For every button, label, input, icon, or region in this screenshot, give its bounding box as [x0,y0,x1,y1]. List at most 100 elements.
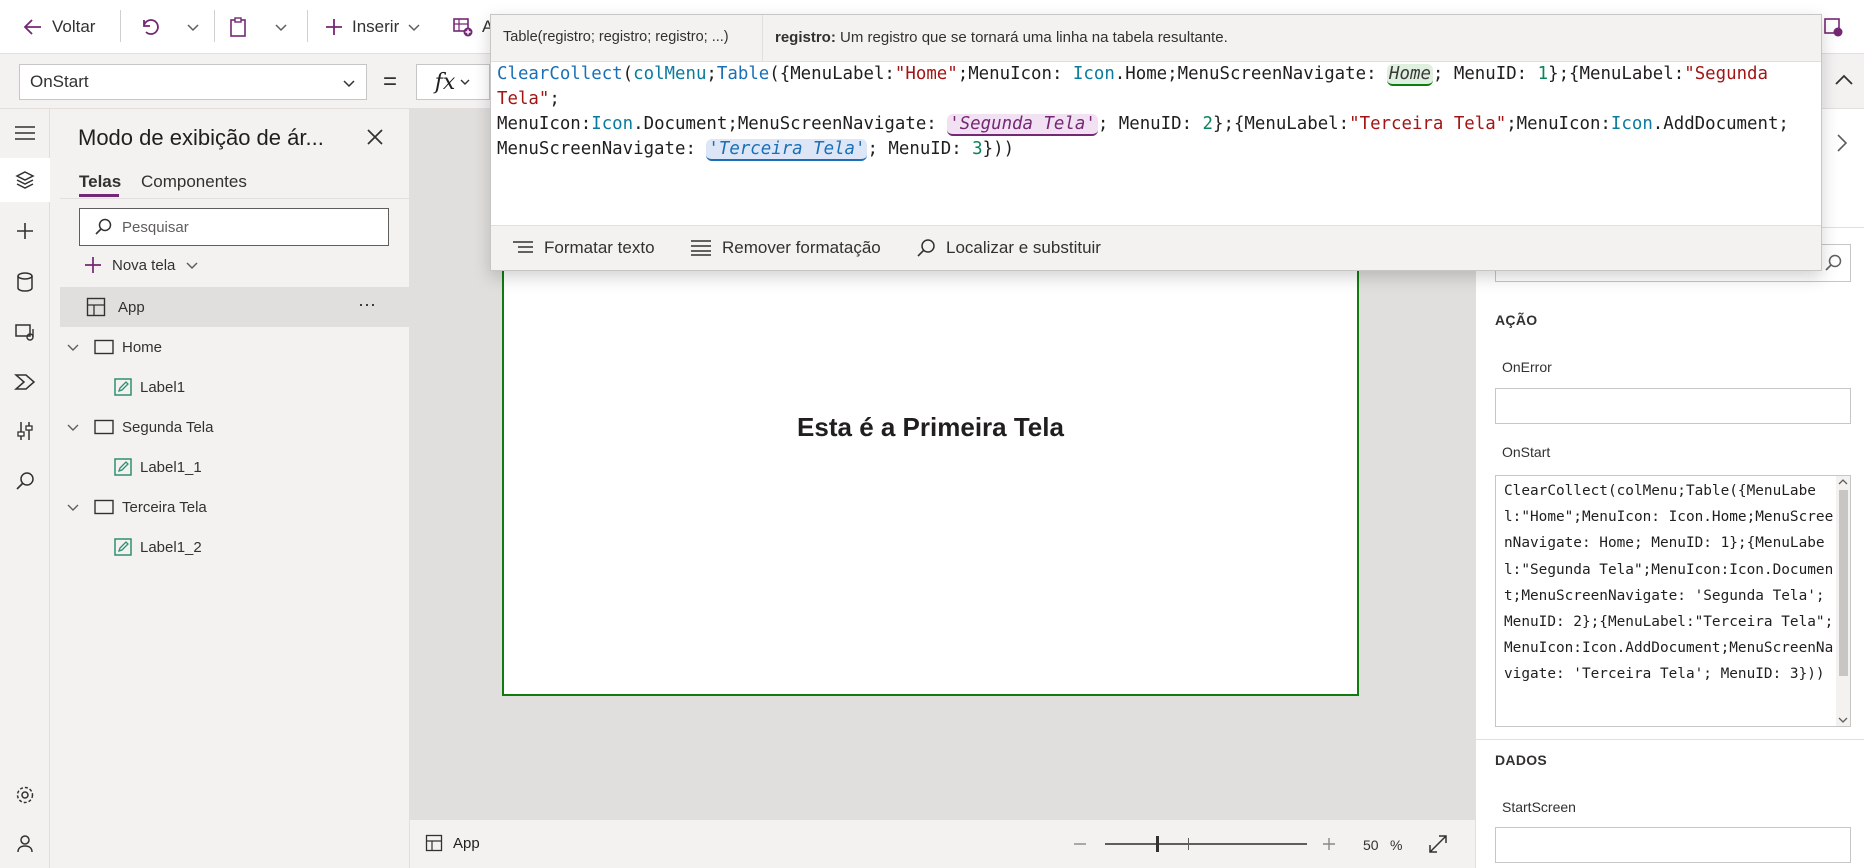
zoom-slider-tick [1188,838,1189,850]
tree-node-label1[interactable]: Label1 [60,367,410,407]
expand-panel-button[interactable] [1835,132,1849,154]
scroll-up-icon[interactable] [1838,478,1848,486]
tab-componentes[interactable]: Componentes [141,172,247,192]
insert-rail-button[interactable] [0,209,50,253]
code-token: 1 [1537,64,1549,84]
divider [60,198,410,199]
on-start-field[interactable]: ClearCollect(colMenu;Table({MenuLabel:"H… [1495,475,1851,727]
parameter-name: registro: [775,29,836,46]
tree-node-home[interactable]: Home [60,327,410,367]
app-screen[interactable] [502,230,1359,696]
zoom-slider[interactable] [1105,832,1307,856]
settings-button[interactable] [0,773,50,817]
remove-formatting-button[interactable]: Remover formatação [690,238,881,258]
search-icon [15,471,35,491]
more-icon[interactable]: ⋯ [358,295,377,316]
undo-button[interactable] [138,12,160,42]
zoom-value[interactable]: 50 [1363,837,1379,853]
start-screen-label: StartScreen [1502,799,1576,815]
scroll-down-icon[interactable] [1838,716,1848,724]
app-checker-button[interactable] [1822,12,1844,42]
tree-view-button[interactable] [0,158,50,202]
tree-node-label1-2[interactable]: Label1_2 [60,527,410,567]
scrollbar[interactable] [1836,476,1850,726]
hamburger-icon [14,125,36,141]
property-dropdown[interactable]: OnStart [19,64,367,100]
tree-node-label1-1[interactable]: Label1_1 [60,447,410,487]
fx-button[interactable]: fx [416,64,490,100]
chevron-down-icon[interactable] [66,500,80,514]
label-icon [114,378,132,396]
chevron-down-icon[interactable] [66,420,80,434]
zoom-in-button[interactable] [1321,836,1337,852]
menu-button[interactable] [0,111,50,155]
screen-label[interactable]: Esta é a Primeira Tela [502,412,1359,443]
tree-node-label: Home [122,338,163,356]
code-token: Table [716,64,770,84]
undo-menu-button[interactable] [186,12,200,42]
tree-node-app[interactable]: App ⋯ [60,287,410,327]
tree-node-label: Terceira Tela [122,498,207,516]
code-token: ; MenuID: [1432,64,1538,84]
screen-icon [94,419,114,435]
insert-button[interactable]: Inserir [324,12,421,42]
chevron-down-icon [274,20,288,34]
code-token: MenuScreenNavigate: [497,139,707,159]
find-replace-label: Localizar e substituir [946,238,1101,257]
tab-telas[interactable]: Telas [79,172,121,192]
tree-node-label: App [118,298,145,316]
function-signature: Table(registro; registro; registro; ...) [503,29,729,45]
insert-label: Inserir [352,17,400,36]
formula-editor[interactable]: ClearCollect(colMenu;Table({MenuLabel:"H… [497,62,1822,162]
power-automate-button[interactable] [0,360,50,404]
tree-node-segunda-tela[interactable]: Segunda Tela [60,407,410,447]
paste-menu-button[interactable] [274,12,288,42]
zoom-slider-thumb[interactable] [1156,836,1159,852]
chevron-down-icon[interactable] [66,340,80,354]
format-text-button[interactable]: Formatar texto [512,238,655,258]
divider [214,10,215,42]
selected-control[interactable]: App [425,834,480,852]
data-button[interactable] [0,260,50,304]
fit-to-window-button[interactable] [1428,834,1448,854]
paste-button[interactable] [228,12,248,42]
zoom-out-button[interactable] [1072,836,1088,852]
back-button[interactable]: Voltar [22,12,95,42]
parameter-description: Um registro que se tornará uma linha na … [840,29,1228,46]
on-error-field[interactable] [1495,388,1851,424]
new-screen-button[interactable]: Nova tela [84,256,199,274]
advanced-tools-button[interactable] [0,409,50,453]
virtual-agent-icon [15,834,35,854]
close-tree-button[interactable] [366,128,384,146]
search-rail-button[interactable] [0,459,50,503]
search-placeholder: Pesquisar [122,218,189,236]
tree-node-terceira-tela[interactable]: Terceira Tela [60,487,410,527]
tree-node-label: Label1_1 [140,458,202,476]
new-screen-label: Nova tela [112,256,176,274]
start-screen-field[interactable] [1495,827,1851,863]
scrollbar-thumb[interactable] [1839,490,1848,676]
database-icon [15,271,35,293]
virtual-agent-button[interactable] [0,822,50,866]
search-input[interactable]: Pesquisar [79,208,389,246]
chevron-down-icon [185,258,199,272]
search-icon [916,238,936,258]
media-button[interactable] [0,310,50,354]
code-token: ; MenuID: [867,139,973,159]
add-data-button[interactable]: A [452,12,493,42]
add-data-icon [452,16,474,38]
code-token: Icon [591,114,634,134]
property-name: OnStart [30,72,89,91]
zoom-unit: % [1390,837,1403,853]
find-replace-button[interactable]: Localizar e substituir [916,238,1101,258]
plus-icon [1321,836,1337,852]
code-token: };{MenuLabel: [1213,114,1350,134]
paste-icon [228,16,248,38]
search-icon [1824,254,1842,272]
back-arrow-icon [22,16,44,38]
search-icon [94,218,112,236]
section-data: DADOS [1495,752,1548,768]
power-automate-icon [14,372,36,392]
code-token: ( [622,64,634,84]
collapse-formula-button[interactable] [1833,72,1855,88]
